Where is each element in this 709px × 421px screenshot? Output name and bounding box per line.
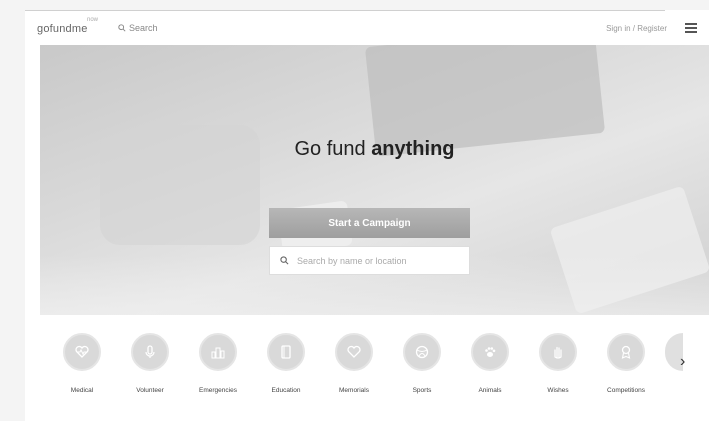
category-emergencies[interactable]: Emergencies — [184, 333, 252, 394]
book-icon — [267, 333, 305, 371]
hamburger-menu-icon[interactable] — [685, 23, 697, 33]
category-medical[interactable]: Medical — [48, 333, 116, 394]
nav-search-label: Search — [129, 23, 158, 33]
category-label: Animals — [478, 387, 502, 394]
category-label: Volunteer — [136, 387, 164, 394]
ball-icon — [403, 333, 441, 371]
category-competitions[interactable]: Competitions — [592, 333, 660, 394]
category-label: Competitions — [607, 387, 645, 394]
logo[interactable]: gofundme — [37, 23, 88, 35]
paw-icon — [471, 333, 509, 371]
headline-bold: anything — [371, 138, 455, 160]
category-sports[interactable]: Sports — [388, 333, 456, 394]
category-strip: Medical Volunteer Emergencies Education … — [40, 315, 709, 415]
category-wishes[interactable]: Wishes — [524, 333, 592, 394]
hero-banner: Go fund anything Start a Campaign — [40, 45, 709, 315]
heartbeat-icon — [63, 333, 101, 371]
chevron-right-icon[interactable]: › — [680, 353, 685, 371]
start-campaign-button[interactable]: Start a Campaign — [269, 208, 470, 238]
award-icon — [607, 333, 645, 371]
hero-search-input[interactable] — [295, 254, 469, 267]
logo-superscript: now — [87, 17, 99, 23]
signin-link[interactable]: Sign in / Register — [606, 24, 667, 33]
top-nav: gofundme now Search Sign in / Register — [25, 13, 709, 47]
category-label: Wishes — [547, 387, 569, 394]
category-label: Medical — [70, 387, 94, 394]
heart-icon — [335, 333, 373, 371]
search-icon — [118, 24, 126, 32]
nav-search-link[interactable]: Search — [118, 23, 158, 33]
category-volunteer[interactable]: Volunteer — [116, 333, 184, 394]
hand-icon — [539, 333, 577, 371]
category-label: Sports — [412, 387, 432, 394]
city-icon — [199, 333, 237, 371]
category-label: Memorials — [339, 387, 369, 394]
hero-headline: Go fund anything — [40, 138, 709, 161]
headline-light: Go fund — [294, 138, 366, 160]
category-memorials[interactable]: Memorials — [320, 333, 388, 394]
category-animals[interactable]: Animals — [456, 333, 524, 394]
top-divider — [25, 10, 665, 11]
search-icon — [280, 256, 289, 265]
microphone-icon — [131, 333, 169, 371]
category-label: Emergencies — [199, 387, 237, 394]
hero-search-box[interactable] — [269, 246, 470, 275]
category-education[interactable]: Education — [252, 333, 320, 394]
category-label: Education — [271, 387, 301, 394]
